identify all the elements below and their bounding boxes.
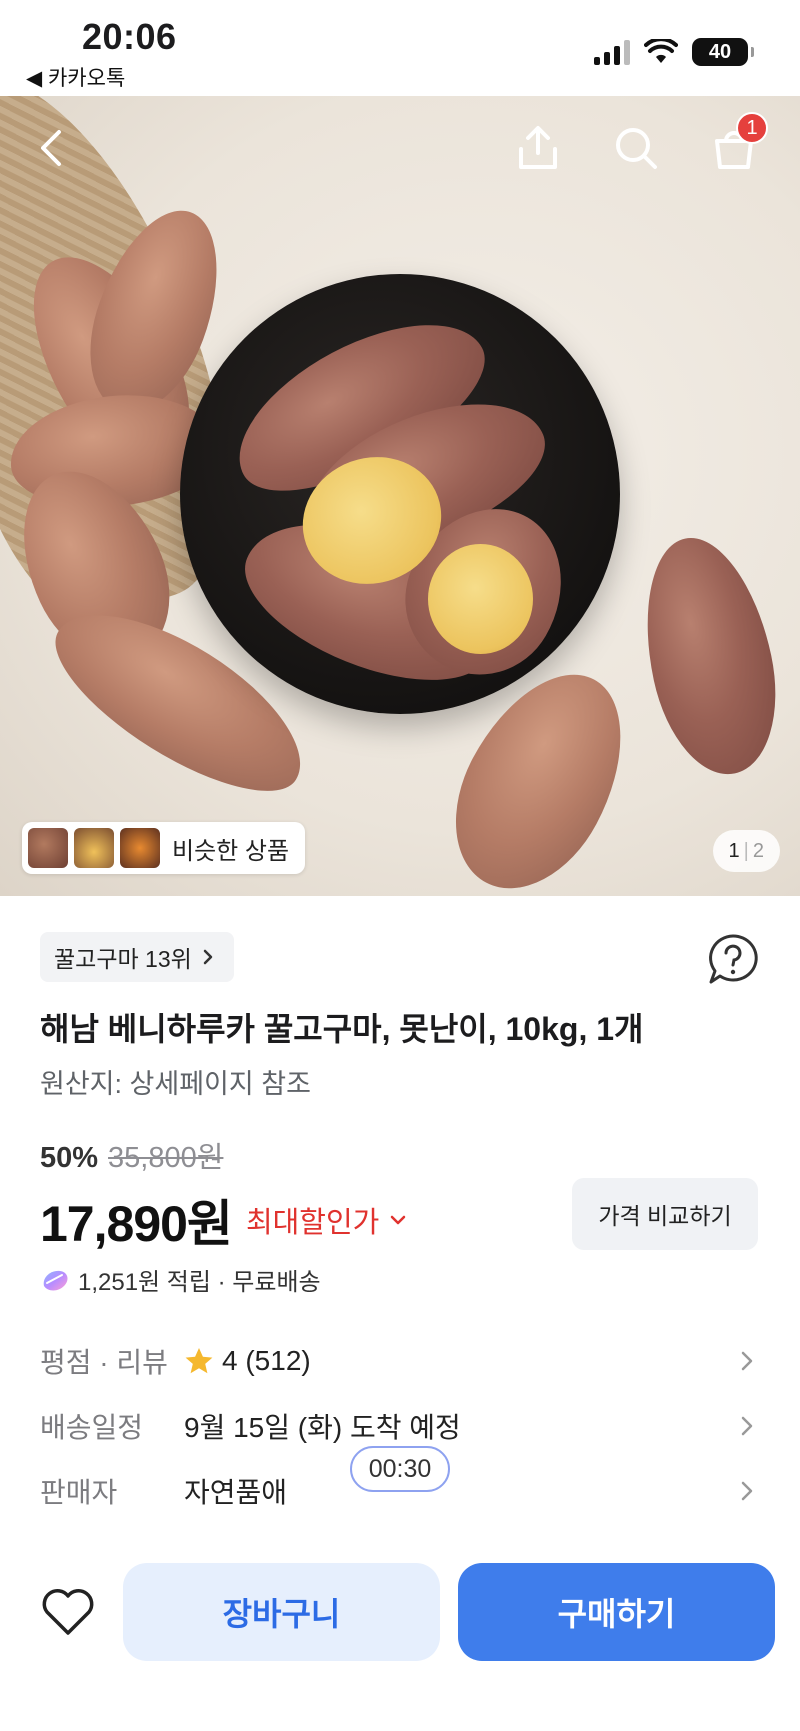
delivery-row[interactable]: 배송일정 9월 15일 (화) 도착 예정 [40, 1401, 760, 1451]
share-icon [519, 126, 557, 169]
seller-value: 자연품애 [184, 1477, 288, 1508]
wishlist-button[interactable] [36, 1580, 100, 1644]
reward-icon [43, 1270, 68, 1290]
help-button[interactable] [706, 932, 760, 986]
discount-percent: 50% [40, 1142, 99, 1174]
chevron-right-icon [741, 1351, 753, 1371]
help-icon [709, 934, 758, 984]
pager-separator: | [743, 839, 749, 862]
status-time: 20:06 [82, 16, 177, 57]
hero-toolbar: 1 [0, 96, 800, 196]
buy-now-button[interactable]: 구매하기 [458, 1563, 775, 1661]
similar-thumbnail [120, 828, 160, 868]
status-icons: 40 [594, 38, 754, 66]
rating-value-wrap: 4 (512) [184, 1345, 734, 1377]
chevron-right-icon [203, 949, 213, 965]
back-arrow-icon [41, 130, 61, 166]
cart-count-badge: 1 [736, 112, 768, 144]
rating-review-row[interactable]: 평점 · 리뷰 4 (512) [40, 1336, 760, 1386]
chevron-down-icon [391, 1215, 406, 1225]
search-icon [616, 128, 657, 169]
reward-row: 1,251원 적립 · 무료배송 [40, 1262, 321, 1297]
ranking-chip[interactable]: 꿀고구마 13위 [40, 932, 234, 982]
chevron-right-icon [741, 1481, 753, 1501]
bottom-action-bar: 장바구니 구매하기 [0, 1540, 800, 1731]
compare-price-button[interactable]: 가격 비교하기 [572, 1178, 758, 1250]
similar-products-button[interactable]: 비슷한 상품 [22, 822, 306, 874]
max-discount-label: 최대할인가 [245, 1207, 380, 1239]
back-button[interactable] [22, 118, 82, 178]
star-icon [185, 1348, 213, 1374]
share-button[interactable] [508, 118, 568, 178]
reward-text: 1,251원 적립 · 무료배송 [78, 1269, 321, 1296]
signal-icon [594, 39, 630, 65]
image-pager: 1 | 2 [712, 830, 780, 872]
discount-row: 50% 35,800원 [40, 1134, 223, 1176]
timer-pill: 00:30 [350, 1446, 450, 1492]
seller-label: 판매자 [40, 1477, 118, 1508]
ranking-label: 꿀고구마 13위 [54, 946, 192, 972]
chevron-right-icon [741, 1416, 753, 1436]
rating-value: 4 (512) [222, 1345, 311, 1376]
battery-icon: 40 [692, 38, 754, 66]
delivery-label: 배송일정 [40, 1412, 144, 1443]
search-button[interactable] [606, 118, 666, 178]
cart-button[interactable]: 1 [704, 112, 768, 178]
status-bar: 20:06 ◀ 카카오톡 40 [0, 0, 800, 96]
price-row: 17,890원 최대할인가 [40, 1184, 407, 1256]
delivery-value: 9월 15일 (화) 도착 예정 [184, 1412, 461, 1443]
sale-price: 17,890원 [40, 1196, 233, 1252]
rating-label: 평점 · 리뷰 [40, 1347, 168, 1378]
pager-total: 2 [752, 839, 764, 862]
similar-products-label: 비슷한 상품 [172, 837, 290, 865]
similar-thumbnail [28, 828, 68, 868]
sweet-potato-graphic [626, 526, 794, 786]
wifi-icon [644, 39, 678, 63]
add-to-cart-button[interactable]: 장바구니 [123, 1563, 440, 1661]
max-discount-toggle[interactable]: 최대할인가 [246, 1199, 407, 1241]
origin-info: 원산지: 상세페이지 참조 [40, 1069, 311, 1099]
potato-flesh-graphic [428, 544, 533, 654]
pager-current: 1 [728, 839, 740, 862]
product-title: 해남 베니하루카 꿀고구마, 못난이, 10kg, 1개 [40, 1011, 644, 1047]
back-to-app-link[interactable]: ◀ 카카오톡 [26, 62, 125, 92]
product-image[interactable]: 1 비슷한 상품 1 | 2 [0, 96, 800, 896]
similar-thumbnail [74, 828, 114, 868]
original-price: 35,800원 [108, 1142, 224, 1174]
heart-icon [42, 1589, 94, 1635]
